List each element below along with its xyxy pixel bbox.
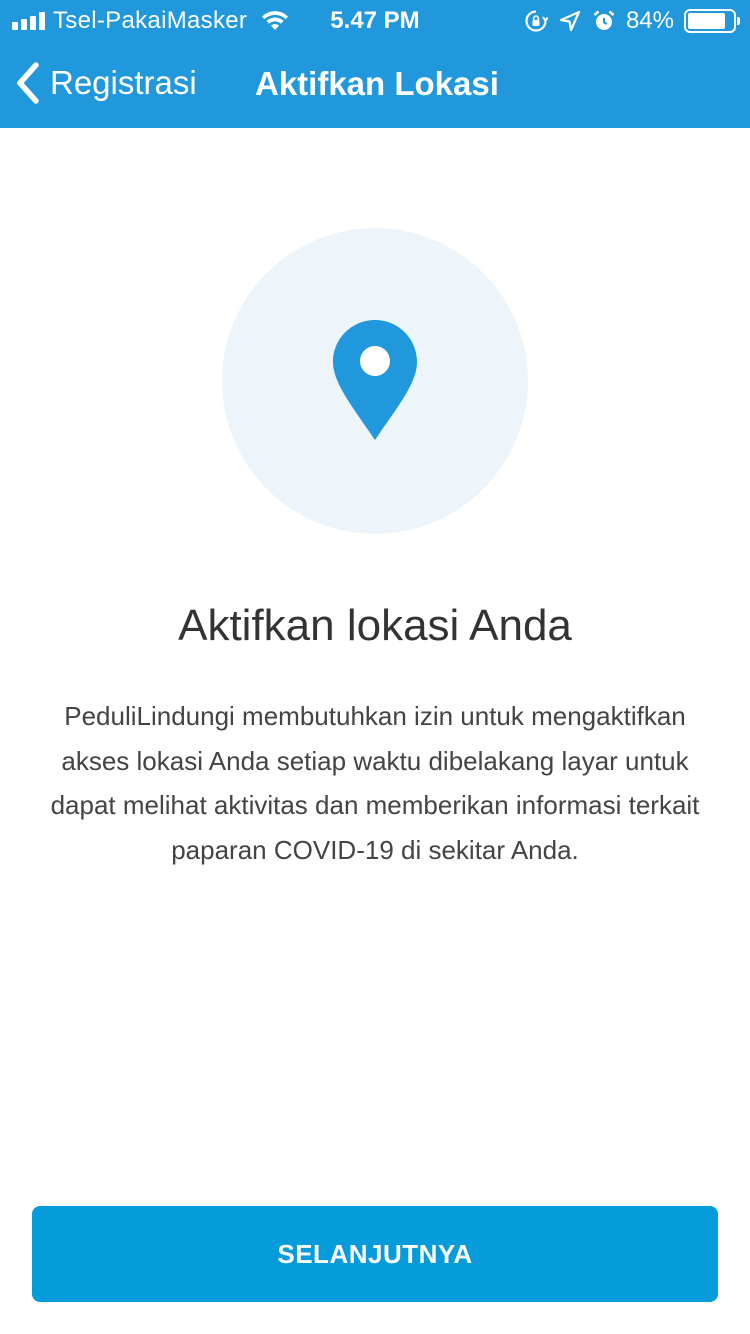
battery-icon bbox=[684, 9, 740, 33]
status-bar-right: 84% bbox=[524, 6, 740, 36]
back-label: Registrasi bbox=[50, 64, 197, 101]
back-button[interactable]: Registrasi bbox=[14, 58, 197, 108]
status-bar: Tsel-PakaiMasker 5.47 PM 84% bbox=[0, 0, 750, 40]
battery-percent: 84% bbox=[625, 7, 674, 34]
next-button[interactable]: SELANJUTNYA bbox=[32, 1206, 718, 1302]
battery-level bbox=[688, 13, 725, 29]
main-heading: Aktifkan lokasi Anda bbox=[178, 601, 572, 650]
alarm-icon bbox=[593, 10, 615, 30]
app-header: Tsel-PakaiMasker 5.47 PM 84% Registrasi … bbox=[0, 0, 750, 128]
navigation-bar: Registrasi Aktifkan Lokasi bbox=[0, 40, 750, 128]
page-title: Aktifkan Lokasi bbox=[255, 65, 499, 102]
location-pin-icon bbox=[333, 320, 417, 440]
location-arrow-icon bbox=[559, 10, 581, 32]
chevron-left-icon bbox=[17, 62, 39, 104]
main-description: PeduliLindungi membutuhkan izin untuk me… bbox=[50, 701, 700, 865]
orientation-lock-icon bbox=[525, 10, 548, 32]
